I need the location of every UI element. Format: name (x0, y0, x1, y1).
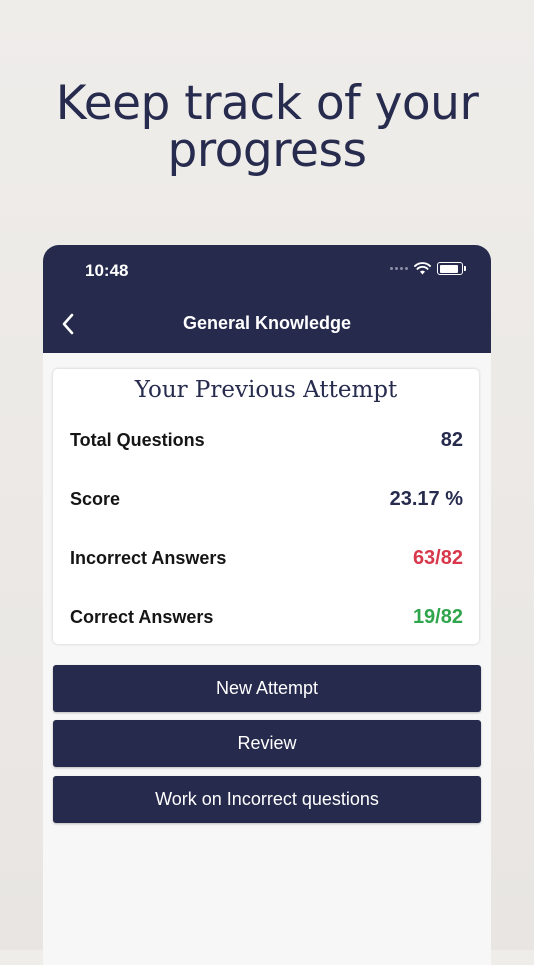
previous-attempt-card: Your Previous Attempt Total Questions 82… (53, 369, 479, 644)
nav-title: General Knowledge (182, 313, 352, 333)
battery-icon (437, 262, 466, 275)
row-correct-answers: Correct Answers 19/82 (70, 602, 463, 632)
row-total-questions: Total Questions 82 (70, 425, 463, 455)
status-time: 10:48 (85, 261, 129, 280)
row-score: Score 23.17 % (70, 484, 463, 514)
phone-screen: 10:48 General Knowledge Your Previous At… (43, 245, 491, 965)
score-label: Score (70, 488, 121, 509)
work-on-incorrect-button[interactable]: Work on Incorrect questions (53, 776, 481, 823)
review-button[interactable]: Review (53, 720, 481, 767)
score-value: 23.17 % (389, 487, 463, 510)
card-title: Your Previous Attempt (134, 377, 398, 403)
navigation-bar: 10:48 General Knowledge (43, 245, 491, 353)
headline-line-2: progress (167, 123, 367, 178)
correct-answers-value: 19/82 (412, 605, 463, 628)
incorrect-answers-label: Incorrect Answers (70, 547, 227, 568)
wifi-icon (414, 262, 431, 275)
headline: Keep track of your progress (0, 80, 534, 174)
incorrect-answers-value: 63/82 (412, 546, 463, 569)
new-attempt-button[interactable]: New Attempt (53, 665, 481, 712)
headline-line-1: Keep track of your (55, 76, 479, 131)
signal-dots-icon (390, 267, 408, 270)
total-questions-value: 82 (440, 428, 463, 451)
status-icons (390, 262, 466, 275)
row-incorrect-answers: Incorrect Answers 63/82 (70, 543, 463, 573)
correct-answers-label: Correct Answers (70, 606, 214, 627)
total-questions-label: Total Questions (70, 429, 205, 450)
